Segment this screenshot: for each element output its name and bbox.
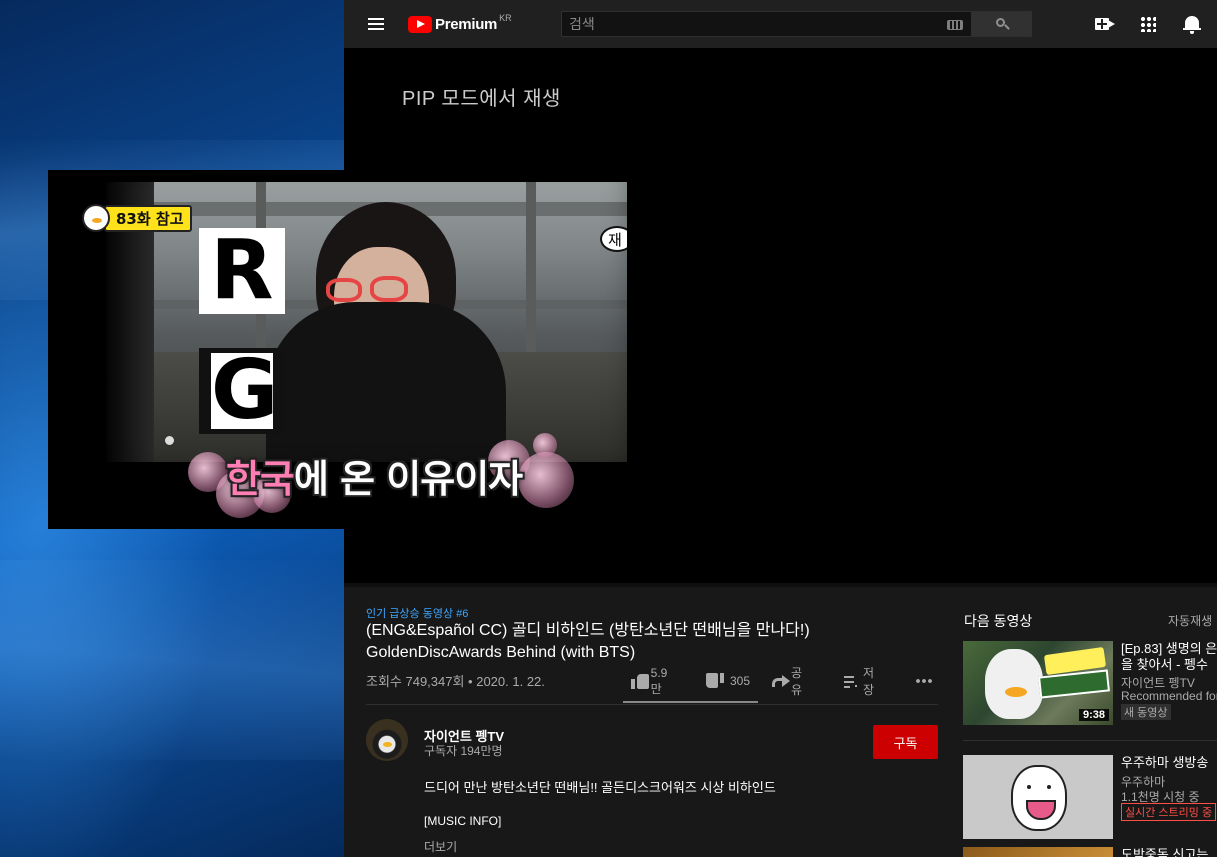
menu-icon[interactable] <box>364 12 388 36</box>
trending-hashtag[interactable]: 인기 급상승 동영상 #6 <box>366 605 468 621</box>
caption-letter-r: R <box>199 228 285 314</box>
video-thumbnail[interactable]: 9:38 <box>963 641 1113 725</box>
player-separator <box>344 583 1217 587</box>
penguin-icon <box>82 204 110 232</box>
logo-text: Premium <box>435 15 498 33</box>
share-label: 공유 <box>791 666 803 697</box>
thumbs-up-icon <box>631 673 649 689</box>
recommended-title: [Ep.83] 생명의 은 을 찾아서 - 펭수 <box>1121 641 1217 672</box>
video-thumbnail[interactable] <box>963 847 1113 857</box>
caption-letter-g: G <box>199 348 285 434</box>
live-badge: 실시간 스트리밍 중 <box>1121 803 1217 821</box>
search-box <box>561 11 972 37</box>
thumbs-down-icon <box>706 673 724 689</box>
corner-caption-mark: 재 <box>600 226 627 252</box>
subscribe-button[interactable]: 구독 <box>873 725 938 759</box>
up-next-heading: 다음 동영상 <box>964 613 1033 629</box>
more-horizontal-icon <box>915 679 933 683</box>
divider <box>963 740 1217 741</box>
recommended-video[interactable]: 우주하마 생방송 우주하마 1.1천명 시청 중 실시간 스트리밍 중 <box>963 755 1217 839</box>
search-button[interactable] <box>972 11 1032 37</box>
recommended-title: 우주하마 생방송 <box>1121 755 1209 770</box>
view-count-date: 조회수 749,347회 • 2020. 1. 22. <box>366 674 545 689</box>
notifications-bell-icon[interactable] <box>1180 12 1204 36</box>
episode-badge: 83화 참고 <box>82 204 192 232</box>
like-button[interactable]: 5.9만 <box>631 666 672 696</box>
subscriber-count: 구독자 194만명 <box>424 744 503 758</box>
masthead: Premium KR <box>344 0 1217 48</box>
share-button[interactable]: 공유 <box>772 666 807 697</box>
like-count: 5.9만 <box>650 665 668 696</box>
recommended-meta: Recommended for <box>1121 689 1217 703</box>
episode-badge-text: 83화 참고 <box>104 204 192 232</box>
description-text: 드디어 만난 방탄소년단 떤배님!! 골든디스크어워즈 시상 비하인드 <box>424 780 776 795</box>
video-title: (ENG&Español CC) 골디 비하인드 (방탄소년단 떤배님을 만나다… <box>366 622 810 661</box>
more-actions-button[interactable] <box>915 666 933 696</box>
desktop-light-beam <box>0 560 344 760</box>
pip-mode-message: PIP 모드에서 재생 <box>402 88 561 110</box>
divider <box>366 704 938 705</box>
channel-avatar[interactable] <box>366 719 408 761</box>
recommended-video[interactable]: 도박중독 신고는 <box>963 847 1217 857</box>
video-duration: 9:38 <box>1078 709 1109 721</box>
like-ratio-bar <box>623 701 758 703</box>
keyboard-icon[interactable] <box>947 20 963 30</box>
autoplay-toggle[interactable]: 자동재생 <box>1168 612 1212 629</box>
youtube-play-icon <box>408 15 432 33</box>
dislike-count: 305 <box>730 674 751 688</box>
description-music-info: [MUSIC INFO] <box>424 814 502 828</box>
dislike-button[interactable]: 305 <box>706 666 750 696</box>
video-thumbnail[interactable] <box>963 755 1113 839</box>
youtube-premium-logo[interactable]: Premium KR <box>408 13 512 34</box>
recommended-video[interactable]: 9:38 [Ep.83] 생명의 은 을 찾아서 - 펭수 자이언트 펭TV R… <box>963 641 1217 725</box>
save-label: 저장 <box>863 666 875 697</box>
new-video-badge: 새 동영상 <box>1121 704 1171 720</box>
show-more-link[interactable]: 더보기 <box>424 838 457 855</box>
pip-video-window[interactable]: 83화 참고 R G 재 한국에 온 이유이자 <box>48 170 627 529</box>
share-icon <box>772 674 791 688</box>
recommended-title: 도박중독 신고는 <box>1121 847 1209 857</box>
save-button[interactable]: 저장 <box>844 666 879 697</box>
search-input[interactable] <box>562 12 932 36</box>
video-subtitle: 한국에 온 이유이자 <box>226 457 523 501</box>
apps-grid-icon[interactable] <box>1136 12 1160 36</box>
playlist-add-icon <box>844 674 858 688</box>
create-video-icon[interactable] <box>1093 12 1117 36</box>
logo-region: KR <box>499 13 512 23</box>
